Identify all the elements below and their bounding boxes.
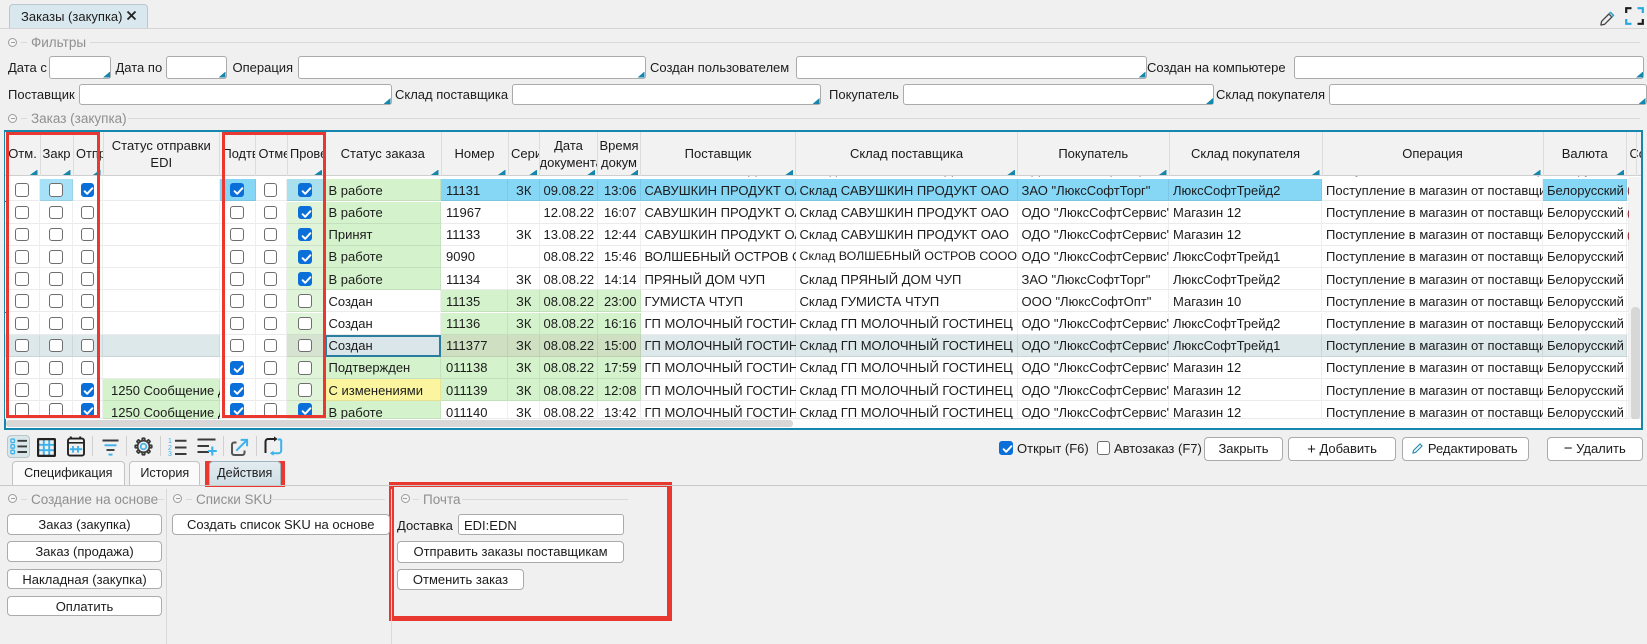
svg-text:1: 1 [168, 438, 172, 445]
svg-text:3: 3 [168, 451, 172, 457]
